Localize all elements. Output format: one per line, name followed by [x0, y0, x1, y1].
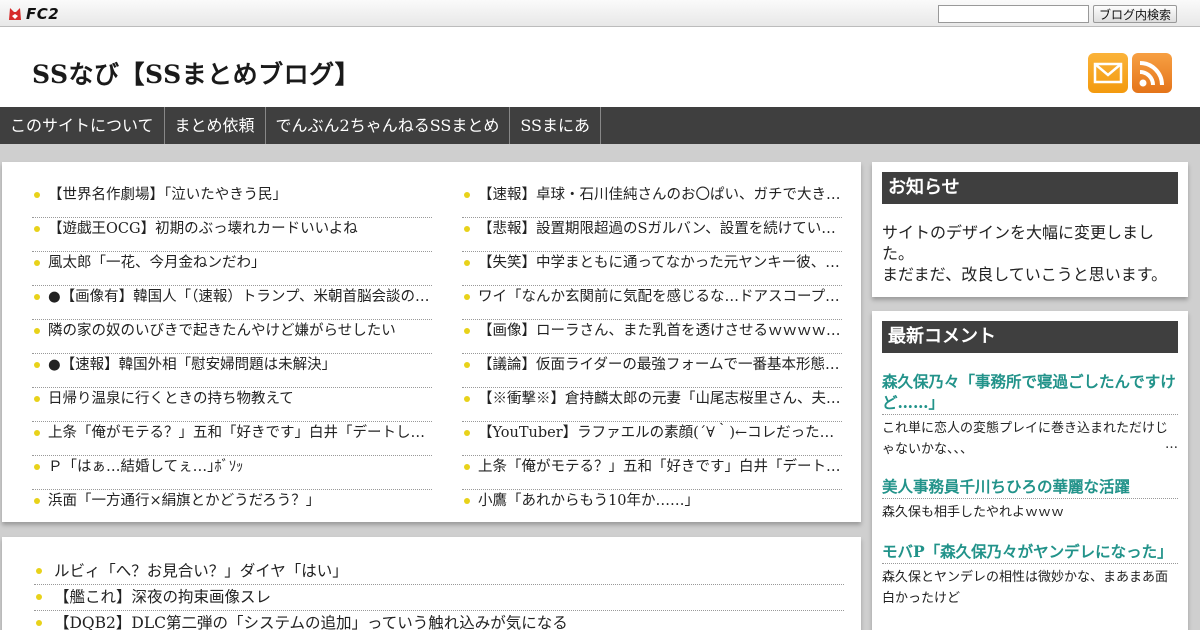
- recent-comments-widget: 最新コメント 森久保乃々「事務所で寝過ごしたんですけど……」 これ単に恋人の変態…: [872, 311, 1188, 630]
- rss-icon[interactable]: [1132, 53, 1172, 93]
- bullet-icon: [34, 464, 40, 470]
- bullet-icon: [36, 620, 42, 626]
- bullet-icon: [34, 328, 40, 334]
- list-item[interactable]: 【遊戯王OCG】初期のぶっ壊れカードいいよね: [32, 218, 432, 252]
- bullet-icon: [464, 328, 470, 334]
- list-item[interactable]: ワイ「なんか玄関前に気配を感じるな…ドアスコープ見…: [462, 286, 842, 320]
- bullet-icon: [34, 396, 40, 402]
- bullet-icon: [464, 192, 470, 198]
- bullet-icon: [34, 498, 40, 504]
- list-item[interactable]: 上条「俺がモテる？」五和「好きです」白井「デートしま…: [32, 422, 432, 456]
- bullet-icon: [34, 226, 40, 232]
- list-item[interactable]: 浜面「一方通行×絹旗とかどうだろう？」: [32, 490, 432, 524]
- blog-search-button[interactable]: ブログ内検索: [1092, 5, 1177, 23]
- list-item[interactable]: Ｐ「はぁ…結婚してぇ…｣ﾎﾞｿｯ: [32, 456, 432, 490]
- bullet-icon: [34, 192, 40, 198]
- notice-heading: お知らせ: [882, 172, 1178, 204]
- site-title[interactable]: SSなび【SSまとめブログ】: [32, 55, 360, 91]
- comment-item: 美人事務員千川ちひろの華麗な活躍 森久保も相手したやれよｗｗｗ: [882, 476, 1178, 523]
- bullet-icon: [464, 294, 470, 300]
- list-item[interactable]: 【艦これ】深夜の拘束画像スレ: [34, 585, 844, 611]
- bullet-icon: [34, 294, 40, 300]
- bullet-icon: [464, 396, 470, 402]
- bullet-icon: [464, 464, 470, 470]
- nav-request[interactable]: まとめ依頼: [165, 107, 266, 144]
- bullet-icon: [464, 226, 470, 232]
- notice-body: サイトのデザインを大幅に変更しました。 まだまだ、改良していこうと思います。: [882, 223, 1168, 284]
- list-item[interactable]: 日帰り温泉に行くときの持ち物教えて: [32, 388, 432, 422]
- article-list-panel: ルビィ「へ？お見合い？」ダイヤ「はい」 【艦これ】深夜の拘束画像スレ 【DQB2…: [2, 537, 861, 630]
- list-item[interactable]: ●【画像有】韓国人「（速報）トランプ、米朝首脳会談の…: [32, 286, 432, 320]
- list-item[interactable]: 【画像】ローラさん、また乳首を透けさせるｗｗｗｗｗ…: [462, 320, 842, 354]
- comment-body: 森久保も相手したやれよｗｗｗ: [882, 505, 1065, 520]
- list-item[interactable]: 【※衝撃※】倉持麟太郎の元妻「山尾志桜里さん、夫と…: [462, 388, 842, 422]
- fc2-fox-icon: [7, 6, 23, 22]
- links-right-column: 【速報】卓球・石川佳純さんのお〇ぱい、ガチで大きく… 【悲報】設置期限超過のSガ…: [462, 184, 842, 524]
- bullet-icon: [464, 498, 470, 504]
- list-item[interactable]: 【議論】仮面ライダーの最強フォームで一番基本形態か…: [462, 354, 842, 388]
- list-item[interactable]: 【YouTuber】ラファエルの素顔(´∀｀)←コレだったｗｗ…: [462, 422, 842, 456]
- comment-item: 森久保乃々「事務所で寝過ごしたんですけど……」 これ単に恋人の変態プレイに巻き込…: [882, 371, 1178, 460]
- article-list: ルビィ「へ？お見合い？」ダイヤ「はい」 【艦これ】深夜の拘束画像スレ 【DQB2…: [34, 559, 844, 630]
- list-item[interactable]: 上条「俺がモテる？」五和「好きです」白井「デートし…: [462, 456, 842, 490]
- list-item[interactable]: 風太郎「一花、今月金ねンだわ」: [32, 252, 432, 286]
- nav-about[interactable]: このサイトについて: [0, 107, 165, 144]
- list-item[interactable]: 小鷹「あれからもう10年か……」: [462, 490, 842, 524]
- list-item[interactable]: ●【速報】韓国外相「慰安婦問題は未解決」: [32, 354, 432, 388]
- notice-widget: お知らせ サイトのデザインを大幅に変更しました。 まだまだ、改良していこうと思い…: [872, 162, 1188, 297]
- list-item[interactable]: 【速報】卓球・石川佳純さんのお〇ぱい、ガチで大きく…: [462, 184, 842, 218]
- comment-title-link[interactable]: 森久保乃々「事務所で寝過ごしたんですけど……」: [882, 371, 1178, 415]
- fc2-logo-text: FC2: [26, 5, 60, 23]
- bullet-icon: [464, 430, 470, 436]
- recent-comments-heading: 最新コメント: [882, 321, 1178, 353]
- blog-search: ブログ内検索: [937, 5, 1177, 23]
- list-item[interactable]: 【DQB2】DLC第二弾の「システムの追加」っていう触れ込みが気になる: [34, 611, 844, 630]
- fc2-logo[interactable]: FC2: [7, 5, 59, 23]
- bullet-icon: [34, 260, 40, 266]
- comment-item: モバP「森久保乃々がヤンデレになった」 森久保とヤンデレの相性は微妙かな、まあま…: [882, 541, 1178, 609]
- comment-title-link[interactable]: モバP「森久保乃々がヤンデレになった」: [882, 541, 1178, 564]
- list-item[interactable]: 【悲報】設置期限超過のSガルバン、設置を続けている…: [462, 218, 842, 252]
- bullet-icon: [36, 594, 42, 600]
- antenna-links-panel: 【世界名作劇場】「泣いたやきう民」 【遊戯王OCG】初期のぶっ壊れカードいいよね…: [2, 162, 861, 522]
- list-item[interactable]: 隣の家の奴のいびきで起きたんやけど嫌がらせしたい: [32, 320, 432, 354]
- comment-body: 森久保とヤンデレの相性は微妙かな、まあまあ面白かったけど: [882, 570, 1169, 606]
- list-item[interactable]: ルビィ「へ？お見合い？」ダイヤ「はい」: [34, 559, 844, 585]
- list-item[interactable]: 【失笑】中学まともに通ってなかった元ヤンキー彼、メ…: [462, 252, 842, 286]
- nav-ssmania[interactable]: SSまにあ: [510, 107, 602, 144]
- bullet-icon: [36, 568, 42, 574]
- bullet-icon: [464, 362, 470, 368]
- fc2-toolbar: FC2 ブログ内検索: [0, 0, 1200, 27]
- comment-more-ellipsis: …: [1165, 437, 1178, 452]
- bullet-icon: [34, 430, 40, 436]
- site-header: SSなび【SSまとめブログ】: [0, 27, 1200, 107]
- list-item[interactable]: 【世界名作劇場】「泣いたやきう民」: [32, 184, 432, 218]
- blog-search-input[interactable]: [937, 5, 1089, 23]
- comment-body: これ単に恋人の変態プレイに巻き込まれただけじゃないかな、、、: [882, 421, 1169, 457]
- nav-denbun[interactable]: でんぶん2ちゃんねるSSまとめ: [266, 107, 511, 144]
- links-left-column: 【世界名作劇場】「泣いたやきう民」 【遊戯王OCG】初期のぶっ壊れカードいいよね…: [32, 184, 432, 524]
- main-nav: このサイトについて まとめ依頼 でんぶん2ちゃんねるSSまとめ SSまにあ: [0, 107, 1200, 144]
- bullet-icon: [464, 260, 470, 266]
- mail-icon[interactable]: [1088, 53, 1128, 93]
- bullet-icon: [34, 362, 40, 368]
- comment-title-link[interactable]: 美人事務員千川ちひろの華麗な活躍: [882, 476, 1178, 499]
